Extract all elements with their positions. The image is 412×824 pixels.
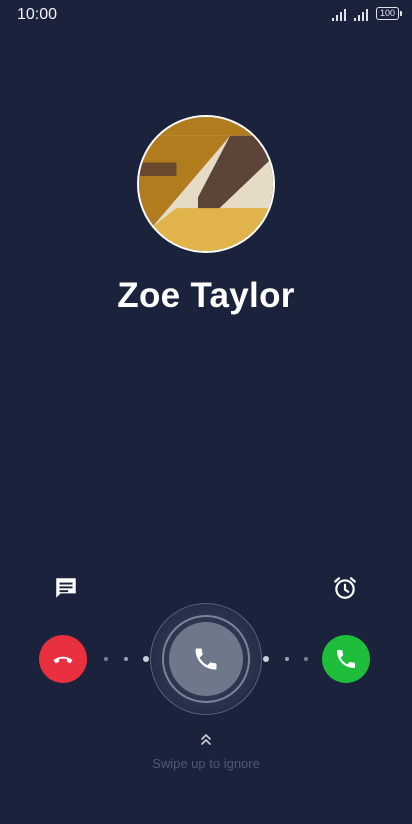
swipe-track-dot [285,657,289,661]
swipe-handle-button[interactable] [169,622,243,696]
status-bar: 10:00 100 [0,0,412,30]
swipe-track-dot [304,657,308,661]
battery-level: 100 [379,8,396,18]
cellular-signal-icon [332,9,346,21]
caller-name: Zoe Taylor [117,276,295,315]
caller-avatar [137,115,275,253]
swipe-up-hint: Swipe up to ignore [152,756,260,771]
answer-call-button[interactable] [322,635,370,683]
phone-hangup-icon [53,656,73,664]
swipe-track-dot [143,656,149,662]
phone-icon [337,650,355,668]
battery-icon: 100 [376,7,402,20]
cellular-signal-icon [354,9,368,21]
status-time: 10:00 [17,6,58,23]
phone-icon [195,648,217,670]
swipe-track-dot [104,657,108,661]
double-chevron-up-icon [201,734,211,745]
swipe-track-dot [124,657,128,661]
message-icon[interactable] [53,575,79,601]
swipe-track-dot [263,656,269,662]
alarm-clock-icon[interactable] [332,575,358,601]
decline-call-button[interactable] [39,635,87,683]
avatar-image [139,117,273,251]
